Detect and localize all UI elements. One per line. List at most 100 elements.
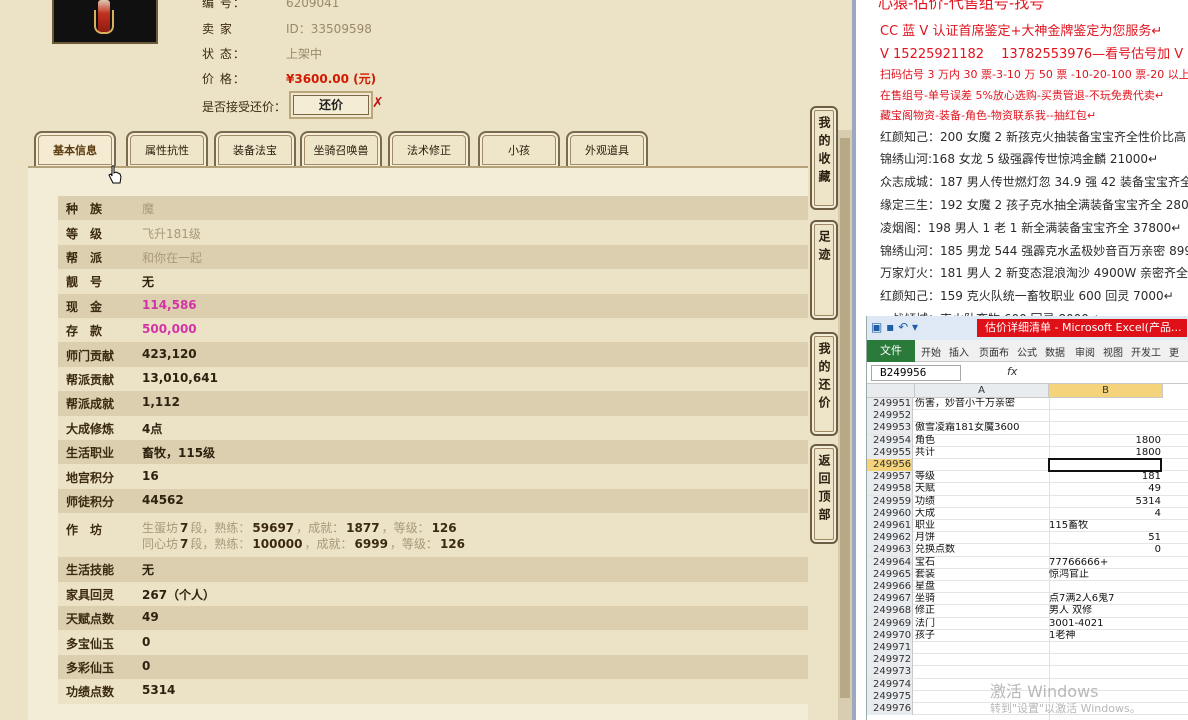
row-number[interactable]: 249969 — [867, 617, 913, 630]
cell-b[interactable]: 1800 — [1049, 435, 1161, 447]
row-number[interactable]: 249951 — [867, 398, 913, 410]
row-number[interactable]: 249976 — [867, 703, 913, 715]
cell-a[interactable]: 共计 — [915, 447, 1049, 459]
name-box[interactable]: B249956 — [871, 365, 961, 381]
cell-b[interactable]: 0 — [1049, 544, 1161, 556]
row-number[interactable]: 249961 — [867, 520, 913, 532]
excel-menu-item[interactable]: 公式 — [1017, 344, 1037, 359]
cell-b[interactable]: 1老神 — [1049, 630, 1161, 642]
ad-line: 在售组号-单号误差 5%放心选购-买贵管退-不玩免费代卖↵ — [880, 88, 1165, 102]
column-header-b[interactable]: B — [1049, 384, 1163, 398]
cell-a[interactable]: 坐骑 — [915, 593, 1049, 605]
row-number[interactable]: 249952 — [867, 410, 913, 423]
cell-b[interactable]: 181 — [1049, 471, 1161, 483]
excel-quick-access-icon[interactable]: ▣ ▪ ↶ ▾ — [871, 320, 918, 334]
tab-mounts-pets[interactable]: 坐骑召唤兽 — [300, 131, 382, 167]
cell-a[interactable]: 兑换点数 — [915, 544, 1049, 556]
spreadsheet-row: 249958 天赋 49 — [867, 483, 1188, 496]
tab-equipment[interactable]: 装备法宝 — [214, 131, 296, 167]
cell-a[interactable]: 星盘 — [915, 581, 1049, 593]
side-button-4[interactable]: 返回顶部 — [810, 444, 838, 544]
tab-basic-info[interactable]: 基本信息 — [34, 131, 116, 167]
select-all-corner[interactable] — [867, 384, 915, 398]
excel-menu-item[interactable]: 开始 — [921, 344, 941, 359]
side-button-3[interactable]: 我的还价 — [810, 332, 838, 436]
cell-a[interactable]: 月饼 — [915, 532, 1049, 544]
stat-value: 16 — [142, 468, 159, 483]
row-number[interactable]: 249955 — [867, 446, 913, 459]
excel-menu-item[interactable]: 更 — [1169, 344, 1179, 359]
cell-b[interactable]: 1800 — [1049, 447, 1161, 459]
row-number[interactable]: 249972 — [867, 654, 913, 667]
excel-menu-item[interactable]: 视图 — [1103, 344, 1123, 359]
row-number[interactable]: 249966 — [867, 581, 913, 593]
row-number[interactable]: 249957 — [867, 471, 913, 484]
cell-a[interactable]: 修正 — [915, 605, 1049, 617]
stat-label: 家具回灵 — [66, 587, 115, 602]
excel-menu-item[interactable]: 开发工 — [1131, 344, 1161, 359]
tab-children[interactable]: 小孩 — [478, 131, 560, 167]
side-button-1[interactable]: 我的收藏 — [810, 106, 838, 210]
row-number[interactable]: 249975 — [867, 690, 913, 703]
column-header-a[interactable]: A — [915, 384, 1049, 398]
cell-a[interactable]: 角色 — [915, 435, 1049, 447]
item-number-label: 编 号： — [202, 0, 246, 10]
cell-a[interactable]: 天赋 — [915, 483, 1049, 495]
row-number[interactable]: 249963 — [867, 544, 913, 557]
excel-menu-item[interactable]: 页面布 — [979, 344, 1009, 359]
cell-b[interactable]: 51 — [1049, 532, 1161, 544]
bargain-button[interactable]: 还价 — [289, 91, 373, 119]
cell-a[interactable]: 伤害，妙音小千万亲密 — [915, 398, 1049, 410]
row-number[interactable]: 249970 — [867, 629, 913, 642]
row-number[interactable]: 249958 — [867, 483, 913, 496]
row-number[interactable]: 249954 — [867, 434, 913, 447]
cell-a[interactable]: 功绩 — [915, 496, 1049, 508]
cell-b[interactable]: 3001-4021 — [1049, 618, 1161, 630]
cell-b[interactable]: 惊鸿官止 — [1049, 569, 1161, 581]
cell-a[interactable]: 法门 — [915, 618, 1049, 630]
tab-appearance[interactable]: 外观道具 — [566, 131, 648, 167]
spreadsheet-row: 249951 伤害，妙音小千万亲密 — [867, 398, 1188, 411]
row-number[interactable]: 249967 — [867, 593, 913, 606]
row-number[interactable]: 249959 — [867, 495, 913, 508]
row-number[interactable]: 249965 — [867, 568, 913, 581]
tab-spell-correction[interactable]: 法术修正 — [388, 131, 470, 167]
cell-a[interactable]: 孩子 — [915, 630, 1049, 642]
row-number[interactable]: 249964 — [867, 556, 913, 569]
cell-b[interactable]: 115畜牧 — [1049, 520, 1161, 532]
row-number[interactable]: 249953 — [867, 422, 913, 435]
spreadsheet-row: 249966 星盘 — [867, 581, 1188, 594]
scroll-thumb[interactable] — [840, 138, 850, 698]
cell-b[interactable]: 点7满2人6鬼7 — [1049, 593, 1161, 605]
cell-a[interactable]: 等级 — [915, 471, 1049, 483]
row-number[interactable]: 249973 — [867, 666, 913, 679]
row-number[interactable]: 249968 — [867, 605, 913, 618]
row-number[interactable]: 249962 — [867, 532, 913, 545]
cell-a[interactable]: 大成 — [915, 508, 1049, 520]
cell-b[interactable]: 男人 双修 — [1049, 605, 1161, 617]
excel-menu-item[interactable]: 数据 — [1045, 344, 1065, 359]
tab-attributes[interactable]: 属性抗性 — [126, 131, 208, 167]
row-number[interactable]: 249974 — [867, 678, 913, 691]
excel-menu-item[interactable]: 插入 — [949, 344, 969, 359]
cell-b[interactable]: 77766666+ — [1049, 557, 1161, 569]
cell-a[interactable]: 傲雪凌霜181女魔3600 — [915, 422, 1049, 434]
row-number[interactable]: 249960 — [867, 507, 913, 520]
cell-a[interactable]: 职业 — [915, 520, 1049, 532]
side-button-2[interactable]: 足迹 — [810, 220, 838, 320]
stat-value: 0 — [142, 634, 151, 649]
excel-titlebar: ▣ ▪ ↶ ▾ 估价详细清单 - Microsoft Excel(产品... — [867, 316, 1188, 340]
cell-b[interactable]: 5314 — [1049, 496, 1161, 508]
row-number[interactable]: 249956 — [867, 459, 913, 471]
fx-icon[interactable]: fx — [1007, 365, 1017, 378]
page-scrollbar[interactable] — [838, 130, 852, 720]
selected-cell[interactable] — [1048, 458, 1162, 472]
excel-menu-item[interactable]: 审阅 — [1075, 344, 1095, 359]
cell-a[interactable]: 套装 — [915, 569, 1049, 581]
row-number[interactable]: 249971 — [867, 642, 913, 654]
cell-a[interactable]: 宝石 — [915, 557, 1049, 569]
excel-file-tab[interactable]: 文件 — [867, 340, 915, 362]
close-icon[interactable]: ✗ — [372, 95, 384, 111]
cell-b[interactable]: 49 — [1049, 483, 1161, 495]
cell-b[interactable]: 4 — [1049, 508, 1161, 520]
